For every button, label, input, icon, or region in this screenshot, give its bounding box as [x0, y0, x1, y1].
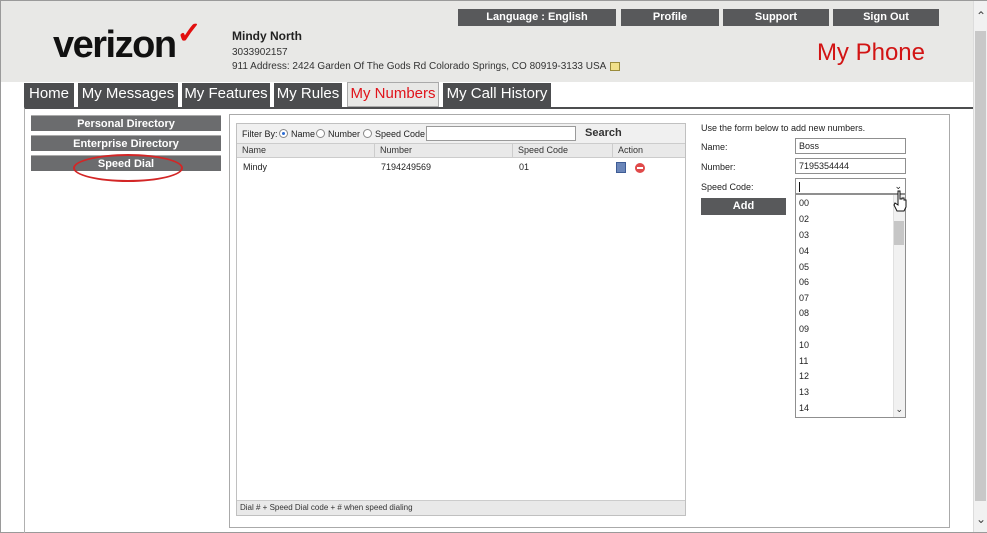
edit-icon[interactable]: [616, 162, 626, 173]
chevron-down-icon[interactable]: ⌄: [976, 512, 986, 526]
option-02[interactable]: 02: [799, 214, 809, 224]
option-14[interactable]: 14: [799, 403, 809, 413]
dropdown-scroll-thumb[interactable]: [894, 221, 904, 245]
hand-cursor-icon: [893, 190, 907, 212]
speed-code-label: Speed Code:: [701, 182, 754, 192]
option-09[interactable]: 09: [799, 324, 809, 334]
option-05[interactable]: 05: [799, 262, 809, 272]
option-03[interactable]: 03: [799, 230, 809, 240]
option-08[interactable]: 08: [799, 308, 809, 318]
row-name: Mindy: [243, 162, 268, 172]
option-11[interactable]: 11: [799, 356, 808, 366]
page-scroll-thumb[interactable]: [975, 31, 986, 501]
column-header-speed-code[interactable]: Speed Code: [513, 144, 613, 158]
search-input[interactable]: [426, 126, 576, 141]
filter-speed-code-label: Speed Code: [375, 129, 426, 139]
page-title: My Phone: [816, 39, 925, 66]
filter-label: Filter By:: [242, 129, 278, 139]
address-text: 911 Address: 2424 Garden Of The Gods Rd …: [232, 61, 607, 72]
edit-address-icon[interactable]: [610, 61, 621, 71]
page-scrollbar[interactable]: ⌃ ⌄: [973, 1, 987, 532]
grid-footer: Dial # + Speed Dial code + # when speed …: [237, 500, 685, 515]
support-button[interactable]: Support: [723, 9, 829, 26]
highlight-circle: [73, 154, 183, 182]
filter-speed-code-radio[interactable]: [363, 129, 372, 138]
verizon-logo: verizon✓: [53, 17, 202, 67]
header: verizon✓ Mindy North 3033902157 911 Addr…: [1, 1, 973, 82]
dropdown-scrollbar[interactable]: ⌄: [893, 195, 905, 417]
speed-code-select[interactable]: ⌄: [795, 178, 906, 194]
sign-out-button[interactable]: Sign Out: [833, 9, 939, 26]
tab-home[interactable]: Home: [24, 83, 76, 107]
option-10[interactable]: 10: [799, 340, 809, 350]
option-12[interactable]: 12: [799, 371, 809, 381]
number-field[interactable]: 7195354444: [795, 158, 906, 174]
option-04[interactable]: 04: [799, 246, 809, 256]
speed-dial-grid: Filter By: Name Number Speed Code Search…: [236, 123, 686, 516]
user-name: Mindy North: [232, 29, 302, 43]
search-button[interactable]: Search: [585, 127, 622, 139]
user-phone: 3033902157: [232, 47, 288, 58]
tab-my-rules[interactable]: My Rules: [274, 83, 344, 107]
column-header-number[interactable]: Number: [375, 144, 513, 158]
name-label: Name:: [701, 142, 728, 152]
chevron-down-icon[interactable]: ⌄: [895, 404, 903, 415]
number-label: Number:: [701, 162, 736, 172]
column-header-action: Action: [613, 144, 685, 158]
option-00[interactable]: 00: [799, 198, 809, 208]
profile-button[interactable]: Profile: [621, 9, 719, 26]
filter-name-label: Name: [291, 129, 316, 139]
tab-my-messages[interactable]: My Messages: [78, 83, 180, 107]
user-address: 911 Address: 2424 Garden Of The Gods Rd …: [232, 61, 621, 72]
column-header-name[interactable]: Name: [237, 144, 375, 158]
filter-number-radio[interactable]: [316, 129, 325, 138]
tab-my-features[interactable]: My Features: [182, 83, 272, 107]
form-intro: Use the form below to add new numbers.: [701, 123, 866, 133]
text-caret: [799, 181, 800, 192]
row-number: 7194249569: [381, 162, 432, 172]
row-speed-code: 01: [519, 162, 530, 172]
option-07[interactable]: 07: [799, 293, 809, 303]
tab-my-call-history[interactable]: My Call History: [443, 83, 553, 107]
filter-number-label: Number: [328, 129, 361, 139]
speed-code-dropdown: 00 02 03 04 05 06 07 08 09 10 11 12 13 1…: [795, 194, 906, 418]
sidebar-item-personal-directory[interactable]: Personal Directory: [31, 115, 221, 131]
tab-my-numbers[interactable]: My Numbers: [347, 82, 439, 107]
delete-icon[interactable]: [635, 163, 645, 173]
filter-bar: Filter By: Name Number Speed Code Search: [237, 124, 685, 144]
add-button[interactable]: Add: [701, 198, 786, 215]
filter-name-radio[interactable]: [279, 129, 288, 138]
chevron-up-icon[interactable]: ⌃: [976, 9, 986, 23]
option-13[interactable]: 13: [799, 387, 809, 397]
sidebar-item-enterprise-directory[interactable]: Enterprise Directory: [31, 135, 221, 151]
option-06[interactable]: 06: [799, 277, 809, 287]
logo-text: verizon: [53, 24, 177, 66]
language-button[interactable]: Language : English: [458, 9, 616, 26]
name-field[interactable]: Boss: [795, 138, 906, 154]
logo-check-icon: ✓: [176, 17, 202, 50]
